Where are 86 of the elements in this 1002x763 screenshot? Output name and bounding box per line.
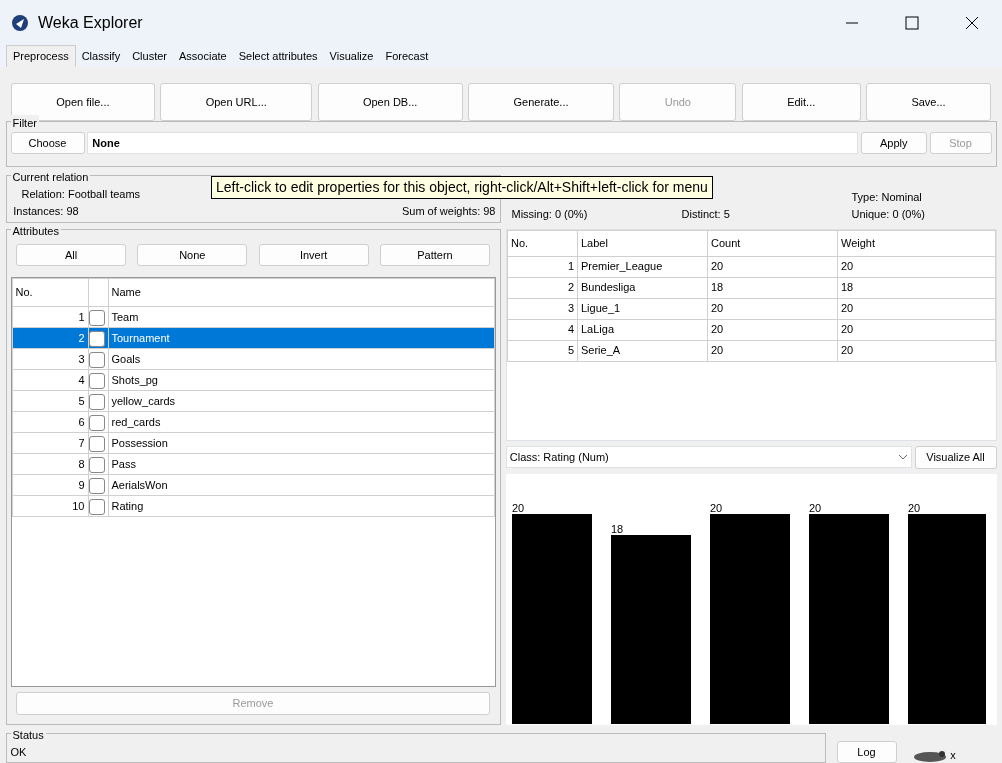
choose-button[interactable]: Choose <box>10 132 85 154</box>
row-number: 3 <box>12 348 88 370</box>
caret-icon <box>898 454 908 460</box>
bar-value: 20 <box>710 502 723 514</box>
tab[interactable]: Classify <box>75 45 127 67</box>
table-cell: 4 <box>507 319 578 340</box>
table-cell: 20 <box>707 256 838 277</box>
table-cell: 18 <box>837 277 995 298</box>
class-dropdown[interactable]: Class: Rating (Num) <box>506 446 912 468</box>
visualize-all-button[interactable]: Visualize All <box>914 446 997 469</box>
attribute-button[interactable]: None <box>137 243 248 266</box>
attribute-name[interactable]: Shots_pg <box>108 369 494 391</box>
attribute-name[interactable]: AerialsWon <box>108 474 494 496</box>
tab[interactable]: Select attributes <box>232 45 324 67</box>
apply-button[interactable]: Apply <box>860 132 927 154</box>
row-number: 10 <box>12 495 88 517</box>
attribute-name[interactable]: Goals <box>108 348 494 370</box>
table-cell: Serie_A <box>577 340 708 361</box>
attribute-button[interactable]: Invert <box>258 243 369 266</box>
bar-value: 20 <box>809 502 822 514</box>
table-cell: 2 <box>507 277 578 298</box>
table-cell: 5 <box>507 340 578 361</box>
attribute-name[interactable]: Pass <box>108 453 494 475</box>
attribute-name[interactable]: Rating <box>108 495 494 517</box>
table-cell: Ligue_1 <box>577 298 708 319</box>
tab[interactable]: Cluster <box>126 45 173 67</box>
toolbar-button[interactable]: Generate... <box>468 83 614 121</box>
column-header: Count <box>707 230 838 256</box>
toolbar-button[interactable]: Save... <box>866 83 991 121</box>
table-cell: 20 <box>707 319 838 340</box>
row-number: 7 <box>12 432 88 454</box>
table-cell: 3 <box>507 298 578 319</box>
type-label: Type: Nominal <box>851 190 922 205</box>
status-text: OK <box>10 746 27 758</box>
count-label: x <box>950 747 956 763</box>
column-header: Weight <box>837 230 995 256</box>
distinct-label: Distinct: 5 <box>681 206 731 222</box>
tab[interactable]: Visualize <box>323 45 380 67</box>
column-header: No. <box>12 278 88 307</box>
row-number: 6 <box>12 411 88 433</box>
table-cell: 20 <box>837 319 995 340</box>
row-number: 4 <box>12 369 88 391</box>
unique-label: Unique: 0 (0%) <box>851 206 925 222</box>
table-cell: 1 <box>507 256 578 277</box>
bar-value: 18 <box>611 523 624 535</box>
row-number: 5 <box>12 390 88 412</box>
tab[interactable]: Associate <box>173 45 233 67</box>
row-number: 8 <box>12 453 88 475</box>
table-cell: 20 <box>837 298 995 319</box>
row-number: 1 <box>12 306 88 328</box>
row-number: 9 <box>12 474 88 496</box>
toolbar-button[interactable]: Open DB... <box>317 83 463 121</box>
tooltip: Left-click to edit properties for this object, right-click/Alt+Shift+left-click for menu <box>211 176 713 199</box>
app-icon <box>12 14 28 31</box>
missing-label: Missing: 0 (0%) <box>511 206 589 222</box>
attribute-button[interactable]: All <box>16 243 126 266</box>
toolbar-button[interactable]: Open URL... <box>160 83 313 121</box>
table-cell: 18 <box>707 277 838 298</box>
filter-field[interactable]: None <box>87 132 858 154</box>
row-number: 2 <box>12 327 88 349</box>
instances-label: Instances: 98 <box>13 203 79 219</box>
window-title: Weka Explorer <box>38 12 143 33</box>
table-cell: 20 <box>837 340 995 361</box>
tab[interactable]: Forecast <box>379 45 435 67</box>
table-cell: 20 <box>837 256 995 277</box>
relation-label: Relation: Football teams <box>21 187 141 202</box>
attribute-button[interactable]: Pattern <box>380 243 490 266</box>
table-cell: LaLiga <box>577 319 708 340</box>
weights-label: Sum of weights: 98 <box>401 203 496 219</box>
bar-value: 20 <box>512 502 525 514</box>
attribute-name[interactable]: Possession <box>108 432 494 454</box>
attribute-name[interactable]: yellow_cards <box>108 390 494 412</box>
table-cell: Bundesliga <box>577 277 708 298</box>
tab[interactable]: Preprocess <box>6 45 76 67</box>
log-button[interactable]: Log <box>836 740 897 763</box>
table-cell: 20 <box>707 340 838 361</box>
column-header: Name <box>108 278 494 307</box>
table-cell: 20 <box>707 298 838 319</box>
toolbar-button[interactable]: Edit... <box>741 83 861 121</box>
column-header: Label <box>577 230 708 256</box>
attribute-name[interactable]: Team <box>108 306 494 328</box>
bar-value: 20 <box>908 502 921 514</box>
attribute-name[interactable]: Tournament <box>108 327 494 349</box>
column-header: No. <box>507 230 578 256</box>
attribute-name[interactable]: red_cards <box>108 411 494 433</box>
table-cell: Premier_League <box>577 256 708 277</box>
